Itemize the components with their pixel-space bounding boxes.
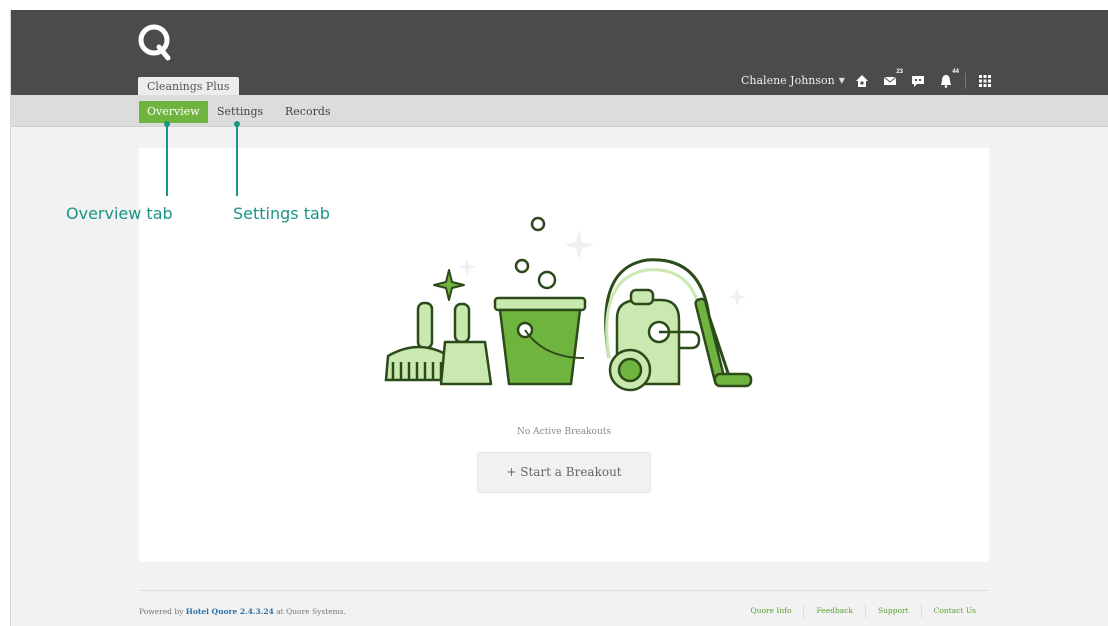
footer-links: Quore Info Feedback Support Contact Us — [738, 604, 988, 618]
overview-callout-line — [166, 124, 168, 196]
start-breakout-button[interactable]: + Start a Breakout — [477, 452, 651, 493]
grid-icon[interactable] — [974, 71, 996, 91]
tab-records[interactable]: Records — [277, 101, 339, 123]
screenshot-frame: Cleanings Plus Chalene Johnson ▼ 23 44 O… — [0, 0, 1108, 626]
bell-icon[interactable]: 44 — [935, 69, 959, 91]
header-icons: 23 44 — [851, 69, 1002, 92]
chat-icon[interactable] — [907, 71, 929, 91]
footer-product-link[interactable]: Hotel Quore 2.4.3.24 — [186, 607, 274, 616]
cleaning-supplies-illustration — [384, 216, 753, 392]
sub-navigation: Overview Settings Records — [11, 95, 1108, 127]
overview-callout-label: Overview tab — [66, 204, 173, 223]
home-icon[interactable] — [851, 71, 873, 91]
footer-powered-prefix: Powered by — [139, 607, 184, 616]
quore-logo[interactable] — [137, 23, 173, 61]
tab-settings[interactable]: Settings — [209, 101, 271, 123]
header-divider — [965, 73, 966, 89]
user-menu[interactable]: Chalene Johnson ▼ — [741, 74, 845, 87]
footer-link-contact-us[interactable]: Contact Us — [920, 604, 988, 618]
property-tab[interactable]: Cleanings Plus — [138, 77, 239, 96]
footer-credits: Powered by Hotel Quore 2.4.3.24 at Quore… — [139, 607, 346, 616]
settings-callout-line — [236, 124, 238, 196]
footer-link-support[interactable]: Support — [864, 604, 921, 618]
footer-link-quore-info[interactable]: Quore Info — [738, 604, 803, 618]
top-bar: Cleanings Plus Chalene Johnson ▼ 23 44 — [11, 10, 1108, 96]
footer-link-feedback[interactable]: Feedback — [803, 604, 865, 618]
mail-badge: 23 — [896, 69, 903, 75]
footer-powered-suffix: at Quore Systems. — [276, 607, 346, 616]
app-window: Cleanings Plus Chalene Johnson ▼ 23 44 O… — [10, 10, 1108, 626]
tab-overview[interactable]: Overview — [139, 101, 208, 123]
footer-divider — [139, 590, 989, 591]
chevron-down-icon: ▼ — [838, 76, 845, 85]
mail-icon[interactable]: 23 — [879, 69, 903, 91]
user-name: Chalene Johnson — [741, 74, 835, 87]
bell-badge: 44 — [952, 69, 959, 75]
empty-state-message: No Active Breakouts — [517, 427, 611, 437]
settings-callout-label: Settings tab — [233, 204, 330, 223]
